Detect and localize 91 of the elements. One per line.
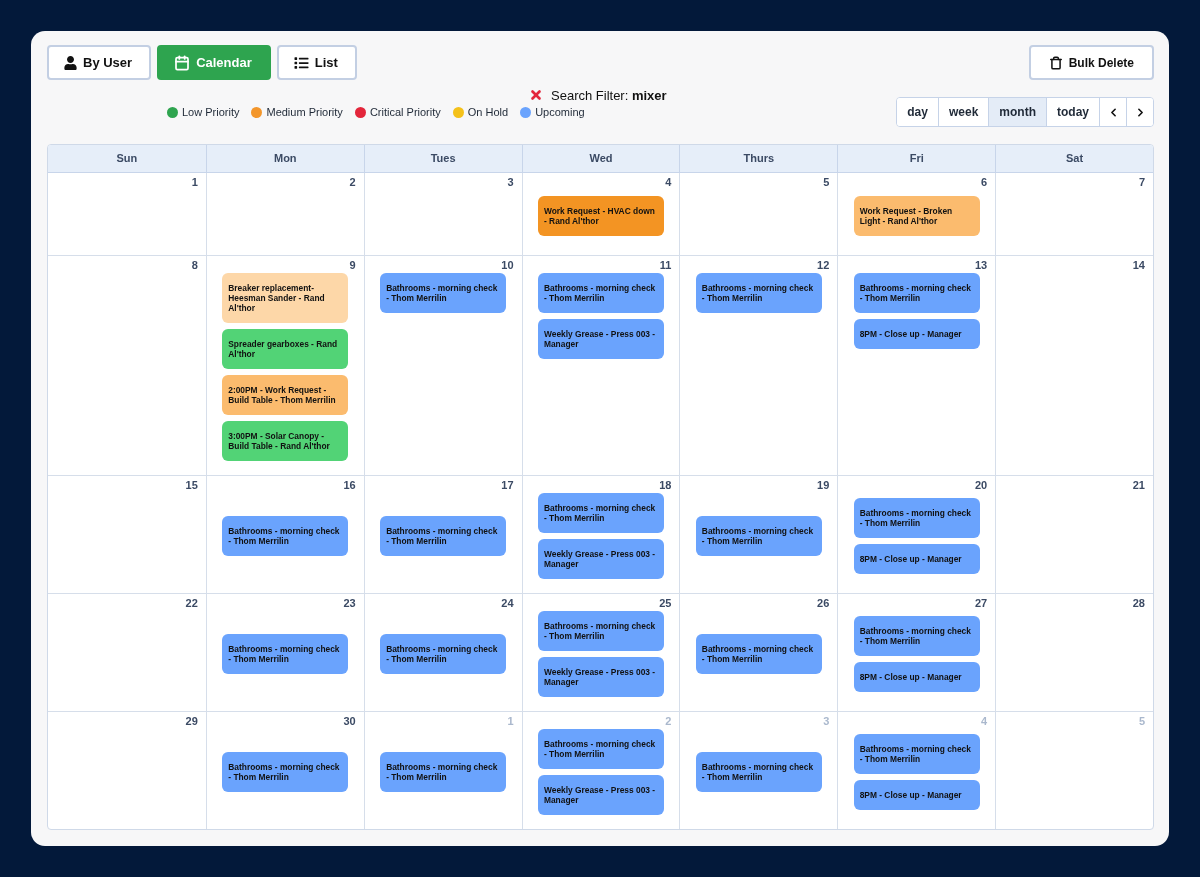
legend-label: Upcoming [535,105,585,119]
event-chip[interactable]: Bathrooms - morning check - Thom Merrilin [538,729,664,769]
event-chip[interactable]: Bathrooms - morning check - Thom Merrilin [853,273,980,313]
day-number: 16 [343,478,356,492]
weekday-header: Wed [521,145,680,172]
weekday-header: Sat [995,145,1153,172]
weekday-header: Thurs [679,145,838,172]
weekday-header: Fri [837,145,996,172]
event-chip[interactable]: Bathrooms - morning check - Thom Merrilin [853,498,980,538]
legend-label: On Hold [467,105,509,119]
day-number: 5 [1138,714,1145,728]
event-chip[interactable]: 8PM - Close up - Manager [853,544,980,574]
close-icon[interactable] [529,88,543,102]
day-number: 14 [1132,258,1145,272]
day-number: 24 [501,596,514,610]
day-number: 12 [817,258,830,272]
view-tab[interactable]: By User [47,45,152,80]
day-number: 19 [817,478,830,492]
event-chip[interactable]: Weekly Grease - Press 003 - Manager [538,319,664,359]
day-number: 25 [659,596,672,610]
event-chip[interactable]: Weekly Grease - Press 003 - Manager [538,539,664,579]
event-chip[interactable]: Bathrooms - morning check - Thom Merrilin [380,273,507,313]
range-button[interactable]: month [988,98,1046,126]
event-chip[interactable]: Bathrooms - morning check - Thom Merrilin [222,634,349,674]
day-number: 11 [659,258,672,272]
event-chip[interactable]: Bathrooms - morning check - Thom Merrilin [853,734,980,774]
event-chip[interactable]: Bathrooms - morning check - Thom Merrilin [695,273,822,313]
event-chip[interactable]: 3:00PM - Solar Canopy - Build Table - Rand Al'thor [222,421,349,461]
event-chip[interactable]: Bathrooms - morning check - Thom Merrilin [853,616,980,656]
day-number: 3 [823,714,830,728]
day-number: 2 [349,175,356,189]
event-chip[interactable]: Bathrooms - morning check - Thom Merrilin [695,634,822,674]
event-chip[interactable]: Bathrooms - morning check - Thom Merrilin [538,611,664,651]
weekday-header: Mon [205,145,364,172]
view-tab[interactable]: List [276,45,357,80]
day-number: 22 [185,596,198,610]
event-chip[interactable]: 8PM - Close up - Manager [853,662,980,692]
legend-label: Medium Priority [266,105,343,119]
event-chip[interactable]: Weekly Grease - Press 003 - Manager [538,657,664,697]
day-number: 10 [501,258,514,272]
day-number: 28 [1132,596,1145,610]
event-chip[interactable]: Bathrooms - morning check - Thom Merrilin [538,273,664,313]
day-number: 1 [507,714,514,728]
event-chip[interactable]: Weekly Grease - Press 003 - Manager [538,775,664,815]
weekday-header: Tues [363,145,522,172]
day-number: 4 [981,714,988,728]
search-filter-label: Search Filter: mixer [551,87,667,103]
day-number: 26 [817,596,830,610]
day-number: 9 [349,258,356,272]
day-number: 1 [191,175,198,189]
legend-label: Low Priority [182,105,240,119]
day-number: 30 [343,714,356,728]
day-number: 2 [665,714,672,728]
day-number: 3 [507,175,514,189]
calendar-icon [174,54,191,71]
trash-icon [1048,55,1063,70]
event-chip[interactable]: Bathrooms - morning check - Thom Merrilin [222,516,349,556]
event-chip[interactable]: Work Request - Broken Light - Rand Al'thor [853,195,980,236]
event-chip[interactable]: Work Request - HVAC down - Rand Al'thor [538,195,664,236]
event-chip[interactable]: 8PM - Close up - Manager [853,780,980,810]
event-chip[interactable]: Breaker replacement- Heesman Sander - Rand Al'thor [222,273,349,323]
day-number: 23 [343,596,356,610]
event-chip[interactable]: Bathrooms - morning check - Thom Merrilin [695,752,822,792]
event-chip[interactable]: 2:00PM - Work Request - Build Table - Thom Merrilin [222,375,349,415]
day-number: 15 [185,478,198,492]
event-chip[interactable]: Bathrooms - morning check - Thom Merrilin [538,493,664,533]
bulk-delete-button[interactable]: Bulk Delete [1028,45,1154,80]
next-button[interactable] [1126,98,1153,126]
day-number: 17 [501,478,514,492]
event-chip[interactable]: Bathrooms - morning check - Thom Merrilin [380,516,507,556]
day-number: 6 [981,175,988,189]
list-icon [293,55,309,70]
day-number: 5 [823,175,830,189]
legend-label: Critical Priority [369,105,441,119]
user-icon [64,55,77,70]
event-chip[interactable]: Bathrooms - morning check - Thom Merrilin [380,752,507,792]
day-number: 27 [974,596,988,610]
day-number: 29 [185,714,198,728]
day-number: 18 [659,478,672,492]
day-number: 7 [1138,175,1145,189]
event-chip[interactable]: Bathrooms - morning check - Thom Merrilin [222,752,349,792]
event-chip[interactable]: Bathrooms - morning check - Thom Merrilin [695,516,822,556]
event-chip[interactable]: Spreader gearboxes - Rand Al'thor [222,329,349,369]
day-number: 13 [974,258,988,272]
day-number: 4 [665,175,672,189]
event-chip[interactable]: 8PM - Close up - Manager [853,319,980,349]
event-chip[interactable]: Bathrooms - morning check - Thom Merrilin [380,634,507,674]
day-number: 21 [1132,478,1145,492]
day-number: 20 [974,478,988,492]
day-number: 8 [191,258,198,272]
weekday-header: Sun [115,151,139,167]
